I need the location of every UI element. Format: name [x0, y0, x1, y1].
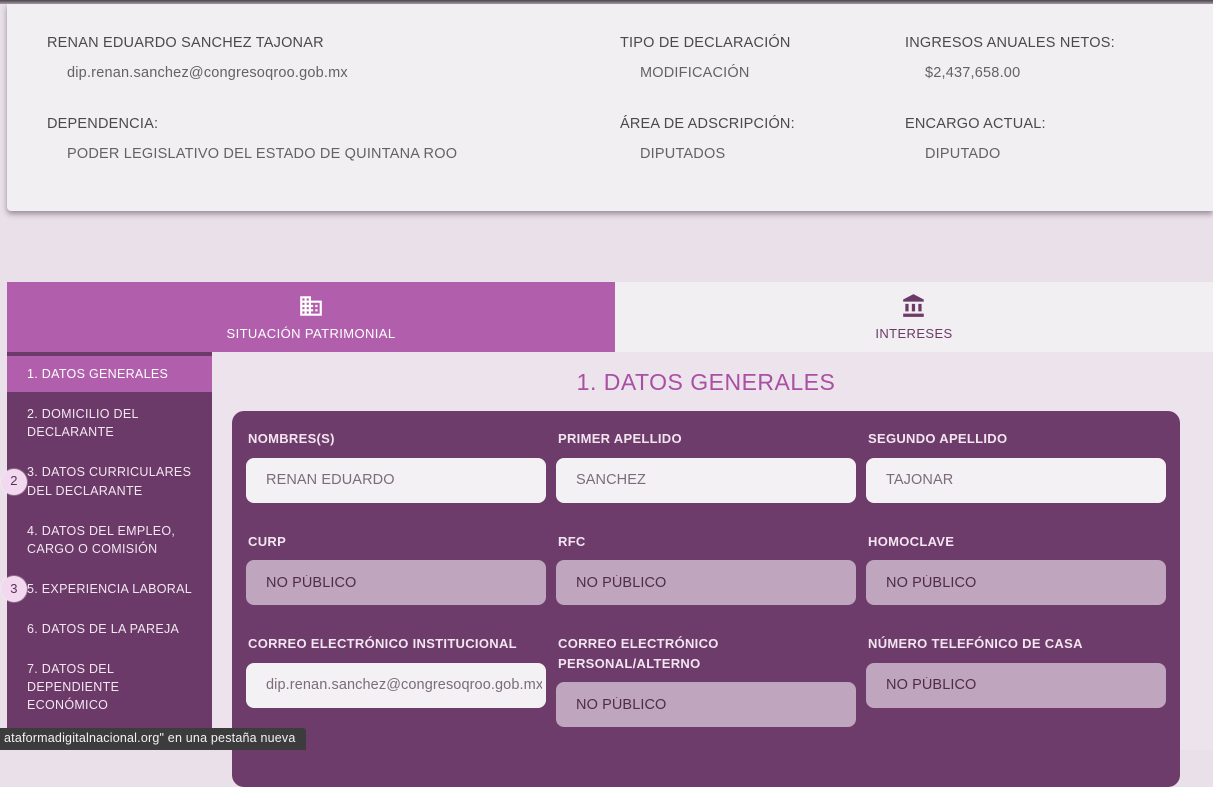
profile-card-column-2: TIPO DE DECLARACIÓN MODIFICACIÓN ÁREA DE… [620, 34, 905, 211]
sidebar-item-datos-generales[interactable]: 1. DATOS GENERALES [7, 356, 212, 392]
section-content: 1. DATOS GENERALES NOMBRES(S) PRIMER APE… [212, 352, 1213, 750]
nombres-label: NOMBRES(S) [248, 429, 546, 449]
correo-institucional-input[interactable] [246, 663, 546, 708]
sidebar-item-label: 7. DATOS DEL DEPENDIENTE ECONÓMICO [27, 662, 119, 712]
field-telefono-casa: NÚMERO TELEFÓNICO DE CASA [866, 634, 1166, 708]
declaration-tabbar: SITUACIÓN PATRIMONIAL INTERESES [7, 282, 1213, 352]
sidebar-item-label: 6. DATOS DE LA PAREJA [27, 622, 179, 636]
declaration-page: { "colors": { "accent": "#b15fad", "side… [0, 0, 1213, 750]
sidebar-item-label: 1. DATOS GENERALES [27, 367, 168, 381]
encargo-label: ENCARGO ACTUAL: [905, 115, 1203, 133]
area-adscripcion-value: DIPUTADOS [620, 145, 905, 163]
segundo-apellido-label: SEGUNDO APELLIDO [868, 429, 1166, 449]
sidebar-item-datos-empleo[interactable]: 4. DATOS DEL EMPLEO, CARGO O COMISIÓN [7, 513, 212, 567]
tab-intereses-label: INTERESES [875, 326, 952, 341]
sidebar-item-experiencia-laboral[interactable]: 3 5. EXPERIENCIA LABORAL [7, 571, 212, 607]
tab-situacion-patrimonial[interactable]: SITUACIÓN PATRIMONIAL [7, 282, 615, 352]
profile-summary-card: RENAN EDUARDO SANCHEZ TAJONAR dip.renan.… [7, 4, 1213, 211]
declarant-name: RENAN EDUARDO SANCHEZ TAJONAR [47, 34, 620, 52]
status-badge: 3 [1, 576, 27, 602]
field-rfc: RFC [556, 532, 856, 606]
dependencia-label: DEPENDENCIA: [47, 115, 620, 133]
bank-icon [901, 293, 927, 319]
field-nombres: NOMBRES(S) [246, 429, 546, 503]
declarant-email: dip.renan.sanchez@congresoqroo.gob.mx [47, 64, 620, 82]
tab-intereses[interactable]: INTERESES [615, 282, 1213, 352]
curp-input [246, 560, 546, 605]
office-building-icon [298, 293, 324, 319]
homoclave-label: HOMOCLAVE [868, 532, 1166, 552]
field-homoclave: HOMOCLAVE [866, 532, 1166, 606]
profile-card-column-1: RENAN EDUARDO SANCHEZ TAJONAR dip.renan.… [47, 34, 620, 211]
datos-generales-form-panel: NOMBRES(S) PRIMER APELLIDO SEGUNDO APELL… [232, 411, 1180, 787]
field-segundo-apellido: SEGUNDO APELLIDO [866, 429, 1166, 503]
area-adscripcion-label: ÁREA DE ADSCRIPCIÓN: [620, 115, 905, 133]
ingresos-value: $2,437,658.00 [905, 64, 1203, 82]
nombres-input[interactable] [246, 458, 546, 503]
encargo-value: DIPUTADO [905, 145, 1203, 163]
rfc-input [556, 560, 856, 605]
top-shadow-divider [0, 0, 1213, 4]
sidebar-item-dependiente-economico[interactable]: 7. DATOS DEL DEPENDIENTE ECONÓMICO [7, 651, 212, 723]
sidebar-item-label: 5. EXPERIENCIA LABORAL [27, 582, 192, 596]
telefono-casa-input [866, 663, 1166, 708]
sidebar-item-datos-curriculares[interactable]: 2 3. DATOS CURRICULARES DEL DECLARANTE [7, 454, 212, 508]
sidebar-item-label: 3. DATOS CURRICULARES DEL DECLARANTE [27, 465, 191, 497]
telefono-casa-label: NÚMERO TELEFÓNICO DE CASA [868, 634, 1166, 654]
tipo-declaracion-value: MODIFICACIÓN [620, 64, 905, 82]
segundo-apellido-input[interactable] [866, 458, 1166, 503]
correo-personal-input [556, 682, 856, 727]
field-correo-personal: CORREO ELECTRÓNICO PERSONAL/ALTERNO [556, 634, 856, 727]
sections-sidebar: 1. DATOS GENERALES 2. DOMICILIO DEL DECL… [7, 352, 212, 750]
field-correo-institucional: CORREO ELECTRÓNICO INSTITUCIONAL [246, 634, 546, 708]
correo-personal-label: CORREO ELECTRÓNICO PERSONAL/ALTERNO [558, 634, 856, 673]
rfc-label: RFC [558, 532, 856, 552]
primer-apellido-label: PRIMER APELLIDO [558, 429, 856, 449]
ingresos-label: INGRESOS ANUALES NETOS: [905, 34, 1203, 52]
homoclave-input [866, 560, 1166, 605]
curp-label: CURP [248, 532, 546, 552]
sidebar-item-label: 2. DOMICILIO DEL DECLARANTE [27, 407, 138, 439]
tipo-declaracion-label: TIPO DE DECLARACIÓN [620, 34, 905, 52]
field-curp: CURP [246, 532, 546, 606]
sidebar-item-datos-pareja[interactable]: 6. DATOS DE LA PAREJA [7, 611, 212, 647]
page-title: 1. DATOS GENERALES [232, 369, 1180, 396]
field-primer-apellido: PRIMER APELLIDO [556, 429, 856, 503]
profile-card-column-3: INGRESOS ANUALES NETOS: $2,437,658.00 EN… [905, 34, 1203, 211]
correo-institucional-label: CORREO ELECTRÓNICO INSTITUCIONAL [248, 634, 546, 654]
browser-status-tooltip: ataformadigitalnacional.org" en una pest… [0, 728, 306, 750]
dependencia-value: PODER LEGISLATIVO DEL ESTADO DE QUINTANA… [47, 145, 620, 163]
sidebar-item-domicilio-declarante[interactable]: 2. DOMICILIO DEL DECLARANTE [7, 396, 212, 450]
tab-situacion-patrimonial-label: SITUACIÓN PATRIMONIAL [227, 326, 396, 341]
sidebar-item-label: 4. DATOS DEL EMPLEO, CARGO O COMISIÓN [27, 524, 175, 556]
primer-apellido-input[interactable] [556, 458, 856, 503]
status-badge: 2 [1, 469, 27, 495]
